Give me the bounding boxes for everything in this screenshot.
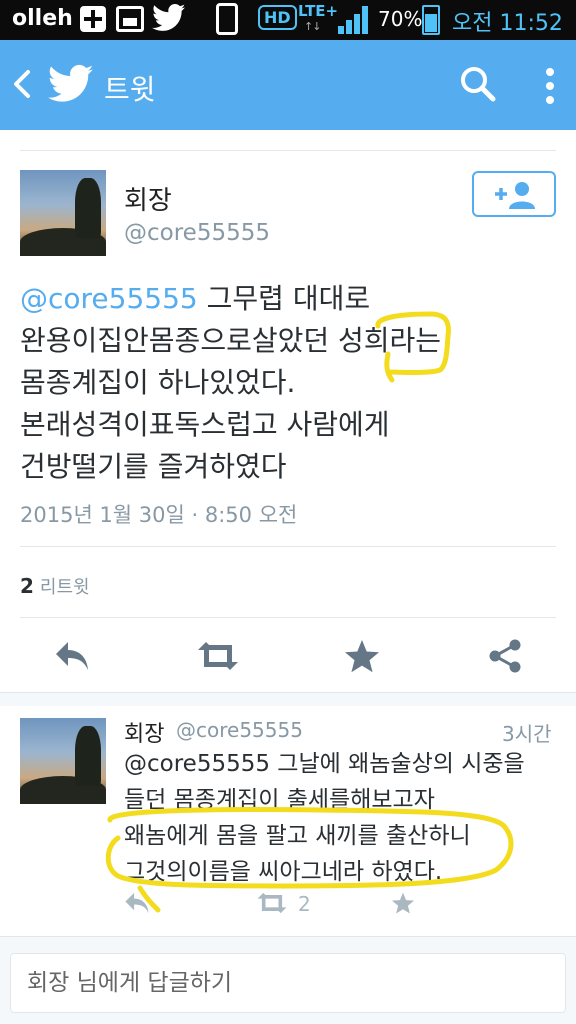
avatar[interactable] [20,170,106,256]
follow-button[interactable] [472,171,556,217]
reply-bar [0,936,576,1024]
tweet-timestamp: 2015년 1월 30일 · 8:50 오전 [20,503,298,527]
clock: 오전 11:52 [452,11,563,36]
reply-text-line-1: @core55555 그날에 왜놈술상의 시중을 [124,751,525,777]
lte-icon: LTE+ [298,2,339,20]
retweet-count: 2 [298,892,311,916]
reply-icon[interactable] [122,890,152,916]
carrier-label: olleh [12,6,73,31]
gallery-notification-icon [116,6,144,32]
avatar[interactable] [20,718,106,804]
status-bar: olleh HD LTE+ ↑↓ 70% 오전 11:52 [0,0,576,40]
tweet-actions [0,620,576,692]
data-arrows-icon: ↑↓ [304,20,321,33]
retweet-icon[interactable] [196,638,240,674]
tweet-text: @core55555 그무렵 대대로 완용이집안몸종으로살았던 성희라는 몸종계… [20,278,560,488]
follow-icon [495,182,535,209]
tweet-text-line-5: 건방떨기를 즐겨하였다 [20,450,287,483]
reply-input[interactable] [10,953,566,1013]
author-name[interactable]: 회장 [124,180,172,217]
twitter-notification-icon [152,4,186,31]
twitter-bird-icon[interactable] [48,62,94,106]
signal-strength-icon [338,6,372,34]
author-name[interactable]: 회장 [124,716,164,748]
back-icon[interactable] [8,66,38,102]
vibrate-phone-icon [216,3,238,35]
retweet-label: 리트윗 [39,577,90,598]
more-icon[interactable] [536,66,564,106]
reply-text: @core55555 그날에 왜놈술상의 시중을 들던 몸종계집이 출세를해보고… [124,746,564,890]
reply-tweet[interactable]: 회장 @core55555 3시간 @core55555 그날에 왜놈술상의 시… [0,706,576,934]
plus-notification-icon [80,6,106,32]
section-separator [0,692,576,706]
divider [20,150,556,151]
mention-link[interactable]: @core55555 [20,282,198,315]
reply-text-line-3: 왜놈에게 몸을 팔고 새끼를 출산하니 [124,823,471,849]
battery-percent: 70% [378,7,423,31]
retweet-stats[interactable]: 2 리트윗 [20,573,90,599]
app-bar: 트윗 [0,40,576,130]
reply-text-line-2: 들던 몸종계집이 출세를해보고자 [124,787,435,813]
hd-voice-icon: HD [258,5,297,30]
page-title: 트윗 [104,73,156,106]
tweet-text-line-2: 완용이집안몸종으로살았던 성희라는 [20,324,442,357]
tweet-text-line-4: 본래성격이표독스럽고 사람에게 [20,408,390,441]
tweet-text-line-3: 몸종계집이 하나있었다. [20,366,296,399]
author-handle[interactable]: @core55555 [124,220,270,246]
reply-text-line-4: 그것의이름을 씨아그네라 하였다. [124,859,443,885]
favorite-icon[interactable] [390,890,416,916]
search-icon[interactable] [458,64,498,104]
reply-actions: 2 [0,886,576,926]
battery-icon [422,5,440,35]
favorite-icon[interactable] [342,638,382,674]
tweet-text-line-1: @core55555 그무렵 대대로 [20,278,560,320]
tweet-text-segment: 그무렵 대대로 [197,282,371,315]
divider [20,546,556,547]
reply-icon[interactable] [52,638,92,674]
divider [20,617,556,618]
retweet-count: 2 [20,574,34,598]
share-icon[interactable] [486,638,526,674]
author-handle[interactable]: @core55555 [176,718,303,742]
retweet-icon[interactable] [256,890,288,916]
tweet-time: 3시간 [502,722,552,746]
